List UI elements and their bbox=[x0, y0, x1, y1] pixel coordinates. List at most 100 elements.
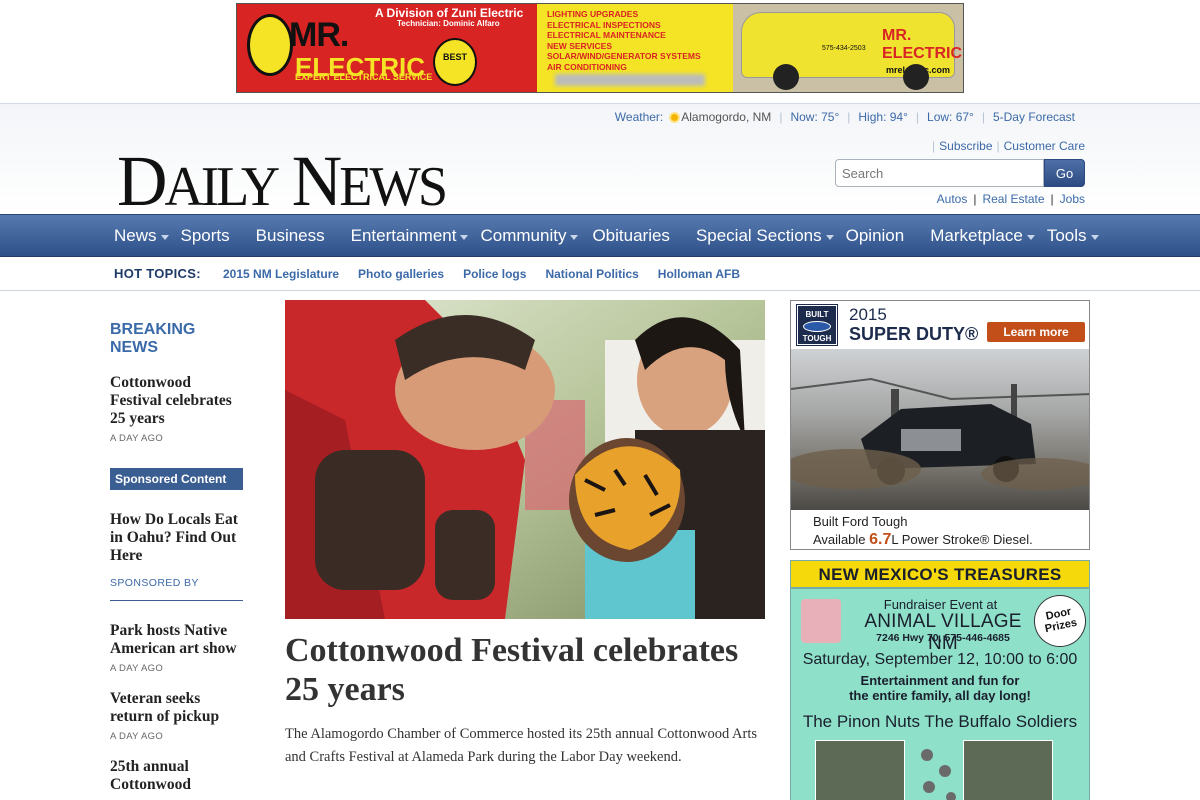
story-headline[interactable]: 25th annual Cottonwood bbox=[110, 758, 243, 794]
real-estate-link[interactable]: Real Estate bbox=[982, 192, 1044, 206]
ad-banner-title: NEW MEXICO'S TREASURES bbox=[791, 561, 1089, 589]
hot-topics-list: 2015 NM Legislature Photo galleries Poli… bbox=[223, 267, 740, 281]
ad-service: SOLAR/WIND/GENERATOR SYSTEMS bbox=[547, 51, 701, 61]
hot-topic-link[interactable]: 2015 NM Legislature bbox=[223, 267, 339, 281]
site-logo[interactable]: DAILY NEWS bbox=[117, 145, 448, 221]
story-time: A DAY AGO bbox=[110, 433, 164, 444]
top-banner-ad[interactable]: A Division of Zuni Electric Technician: … bbox=[236, 3, 964, 93]
weather-high: High: 94° bbox=[858, 110, 908, 124]
divider: | bbox=[996, 139, 1000, 153]
best-badge-icon: BEST bbox=[433, 38, 477, 86]
main-story-summary: The Alamogordo Chamber of Commerce hoste… bbox=[285, 726, 757, 765]
forecast-link[interactable]: 5-Day Forecast bbox=[993, 110, 1075, 124]
divider: | bbox=[1050, 192, 1054, 206]
hot-topic-link[interactable]: Holloman AFB bbox=[658, 267, 740, 281]
nav-item-marketplace[interactable]: Marketplace bbox=[930, 226, 1035, 246]
story-headline[interactable]: Cottonwood Festival celebrates 25 years bbox=[110, 374, 243, 428]
divider: | bbox=[973, 192, 977, 206]
nav-item-news[interactable]: News bbox=[114, 226, 169, 246]
jobs-link[interactable]: Jobs bbox=[1060, 192, 1085, 206]
ad-service: ELECTRICAL MAINTENANCE bbox=[547, 30, 666, 40]
search-go-button[interactable]: Go bbox=[1044, 159, 1085, 187]
badge-text: TOUGH bbox=[802, 334, 832, 343]
chevron-down-icon bbox=[1090, 234, 1099, 240]
built-tough-logo: BUILT TOUGH bbox=[796, 304, 838, 346]
list-item[interactable]: 25th annual Cottonwood bbox=[110, 758, 243, 794]
sun-icon bbox=[671, 114, 679, 121]
chevron-down-icon bbox=[570, 234, 579, 240]
story-headline[interactable]: Veteran seeks return of pickup bbox=[110, 690, 243, 726]
nav-item-opinion[interactable]: Opinion bbox=[846, 226, 905, 246]
nav-label: Marketplace bbox=[930, 226, 1023, 245]
weather-location[interactable]: Alamogordo, NM bbox=[671, 110, 771, 124]
nav-list: News Sports Business Entertainment Commu… bbox=[114, 215, 1099, 257]
tagline-line1: Built Ford Tough bbox=[813, 514, 908, 529]
quick-links: Autos | Real Estate | Jobs bbox=[937, 192, 1085, 206]
story-time: A DAY AGO bbox=[110, 663, 164, 674]
breaking-story[interactable]: Cottonwood Festival celebrates 25 years … bbox=[110, 374, 243, 444]
ad-bands: The Pinon Nuts The Buffalo Soldiers bbox=[802, 712, 1078, 731]
chevron-down-icon bbox=[160, 234, 169, 240]
ad-service: NEW SERVICES bbox=[547, 40, 613, 51]
nav-item-community[interactable]: Community bbox=[480, 226, 579, 246]
ad-fun-text: Entertainment and fun for the entire fam… bbox=[791, 673, 1089, 703]
tagline-text: L Power Stroke® Diesel. bbox=[891, 532, 1033, 547]
main-story-photo[interactable] bbox=[285, 300, 765, 619]
logo-letter: D bbox=[117, 141, 167, 221]
ad-fun-line: the entire family, all day long! bbox=[849, 688, 1031, 703]
nav-label: Community bbox=[480, 226, 567, 245]
logo-letter: N bbox=[291, 141, 342, 221]
autos-link[interactable]: Autos bbox=[937, 192, 968, 206]
nav-item-special-sections[interactable]: Special Sections bbox=[696, 226, 834, 246]
subscribe-link[interactable]: Subscribe bbox=[939, 139, 992, 153]
ad-fun-line: Entertainment and fun for bbox=[860, 673, 1020, 688]
nav-label: Business bbox=[255, 226, 325, 245]
ford-tagline: Built Ford Tough Available 6.7L Power St… bbox=[813, 513, 1033, 549]
story-headline[interactable]: Park hosts Native American art show bbox=[110, 622, 243, 658]
list-item[interactable]: Veteran seeks return of pickup A DAY AGO bbox=[110, 690, 243, 742]
hot-topic-link[interactable]: Police logs bbox=[463, 267, 526, 281]
hot-topic-link[interactable]: National Politics bbox=[545, 267, 638, 281]
weather-low: Low: 67° bbox=[927, 110, 974, 124]
paw-print-icon bbox=[921, 749, 956, 800]
learn-more-button[interactable]: Learn more bbox=[987, 322, 1085, 342]
sponsored-story[interactable]: How Do Locals Eat in Oahu? Find Out Here… bbox=[110, 511, 243, 589]
nav-item-entertainment[interactable]: Entertainment bbox=[351, 226, 469, 246]
nav-item-tools[interactable]: Tools bbox=[1047, 226, 1099, 246]
nav-label: Obituaries bbox=[592, 226, 670, 245]
hot-topic-link[interactable]: Photo galleries bbox=[358, 267, 444, 281]
weather-label: Weather: bbox=[614, 110, 664, 124]
tagline-number: 6.7 bbox=[869, 531, 892, 548]
nav-item-business[interactable]: Business bbox=[256, 226, 325, 246]
main-story-headline[interactable]: Cottonwood Festival celebrates 25 years bbox=[285, 631, 765, 709]
logo-letters: EWS bbox=[339, 156, 448, 218]
ford-oval-icon bbox=[803, 321, 831, 332]
divider: | bbox=[847, 110, 851, 124]
story-headline[interactable]: How Do Locals Eat in Oahu? Find Out Here bbox=[110, 511, 243, 565]
truck-illustration bbox=[791, 377, 1089, 490]
nav-item-sports[interactable]: Sports bbox=[181, 226, 230, 246]
truck-photo bbox=[791, 349, 1089, 510]
left-rail: BREAKING NEWS Cottonwood Festival celebr… bbox=[110, 300, 243, 794]
ad-year: 2015 bbox=[849, 305, 887, 324]
sponsored-content-bar: Sponsored Content bbox=[110, 468, 243, 490]
customer-care-link[interactable]: Customer Care bbox=[1004, 139, 1085, 153]
nav-item-obituaries[interactable]: Obituaries bbox=[592, 226, 669, 246]
van-phone: 575-434-2503 bbox=[822, 45, 866, 52]
ford-ad[interactable]: BUILT TOUGH 2015 SUPER DUTY® Learn more … bbox=[790, 300, 1090, 550]
nm-treasures-ad[interactable]: NEW MEXICO'S TREASURES Fundraiser Event … bbox=[790, 560, 1090, 800]
ad-van-photo: 575-434-2503 MR. ELECTRIC mrelectric.com bbox=[733, 4, 963, 92]
lightbulb-icon bbox=[247, 14, 293, 76]
sponsored-by-label: SPONSORED BY bbox=[110, 577, 199, 589]
chevron-down-icon bbox=[825, 234, 834, 240]
breaking-news-title[interactable]: BREAKING NEWS bbox=[110, 321, 243, 357]
list-item[interactable]: Park hosts Native American art show A DA… bbox=[110, 622, 243, 674]
site-header: Weather: Alamogordo, NM | Now: 75° | Hig… bbox=[0, 103, 1200, 218]
ad-fundraiser-text: Fundraiser Event at bbox=[883, 597, 998, 612]
search-input[interactable] bbox=[835, 159, 1044, 187]
weather-now: Now: 75° bbox=[790, 110, 840, 124]
weather-bar: Weather: Alamogordo, NM | Now: 75° | Hig… bbox=[615, 110, 1075, 124]
ad-blurred-text bbox=[555, 74, 705, 86]
divider: | bbox=[915, 110, 920, 124]
divider: | bbox=[981, 110, 985, 124]
